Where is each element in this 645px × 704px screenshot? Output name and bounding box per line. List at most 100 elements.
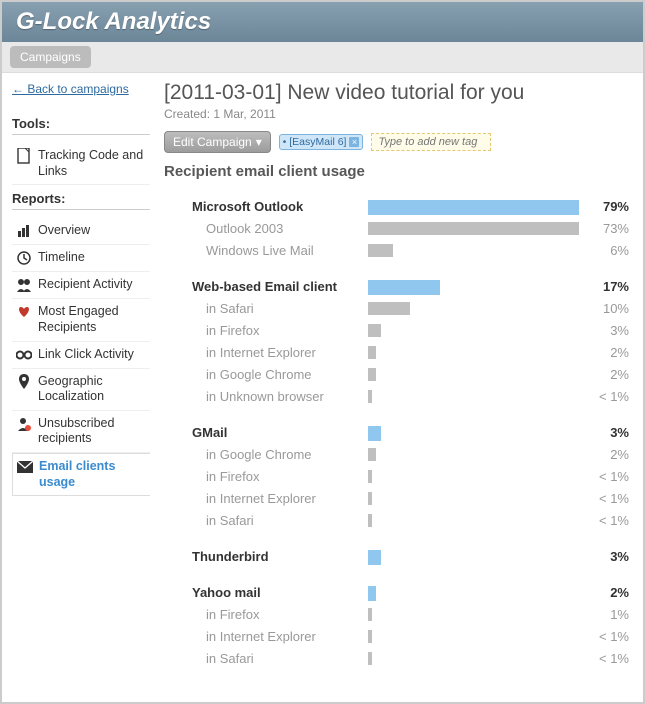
client-sub-name: in Internet Explorer [192,629,368,644]
client-row: Thunderbird3% [192,546,629,566]
tag-chip[interactable]: • [EasyMail 6] × [279,134,364,150]
client-group: GMail3%in Google Chrome2%in Firefox< 1%i… [192,422,629,530]
tag-label: [EasyMail 6] [289,136,346,148]
bar-chart-icon [16,223,32,239]
sidebar-item-label: Geographic Localization [38,374,146,405]
sidebar-item-link-click[interactable]: Link Click Activity [12,342,150,369]
add-tag-input[interactable] [371,133,491,151]
sidebar: ← Back to campaigns Tools: Tracking Code… [12,81,158,684]
client-sub-name: in Safari [192,651,368,666]
usage-bar [368,280,440,295]
sidebar-item-label: Unsubscribed recipients [38,416,146,447]
usage-percent: < 1% [579,651,629,666]
usage-percent: 17% [579,279,629,294]
client-subrow: in Firefox< 1% [192,466,629,486]
client-sub-name: in Firefox [192,323,368,338]
tag-remove-icon[interactable]: × [349,137,359,147]
client-subrow: in Safari < 1% [192,510,629,530]
app-header: G-Lock Analytics [2,2,643,42]
usage-bar [368,368,376,381]
client-row: Web-based Email client 17% [192,276,629,296]
sidebar-item-label: Overview [38,223,90,239]
sidebar-item-overview[interactable]: Overview [12,218,150,245]
sidebar-item-label: Timeline [38,250,85,266]
client-subrow: in Internet Explorer2% [192,342,629,362]
usage-bar [368,390,372,403]
pin-icon [16,374,32,390]
section-title: Recipient email client usage [164,163,633,180]
sidebar-item-recipient-activity[interactable]: Recipient Activity [12,272,150,299]
client-sub-name: in Unknown browser [192,389,368,404]
client-sub-name: in Internet Explorer [192,491,368,506]
tab-campaigns[interactable]: Campaigns [10,46,91,68]
client-name: Web-based Email client [192,279,368,294]
sidebar-item-label: Tracking Code and Links [38,148,146,179]
client-subrow: in Google Chrome2% [192,364,629,384]
client-group: Thunderbird3% [192,546,629,566]
usage-bar [368,346,376,359]
usage-percent: 6% [579,243,629,258]
edit-campaign-label: Edit Campaign [173,135,252,149]
client-subrow: in Firefox3% [192,320,629,340]
campaign-created: Created: 1 Mar, 2011 [164,107,633,121]
sidebar-item-timeline[interactable]: Timeline [12,245,150,272]
client-sub-name: in Internet Explorer [192,345,368,360]
client-row: Microsoft Outlook79% [192,196,629,216]
client-subrow: Outlook 2003 73% [192,218,629,238]
heart-icon [16,304,32,320]
usage-bar [368,608,372,621]
toolbar: Edit Campaign ▾ • [EasyMail 6] × [164,131,633,153]
person-remove-icon [16,416,32,432]
client-sub-name: in Safari [192,301,368,316]
client-sub-name: Outlook 2003 [192,221,368,236]
client-name: Thunderbird [192,549,368,564]
main-panel: [2011-03-01] New video tutorial for you … [158,81,633,684]
sidebar-item-geographic[interactable]: Geographic Localization [12,369,150,411]
usage-percent: < 1% [579,513,629,528]
client-sub-name: Windows Live Mail [192,243,368,258]
envelope-icon [17,459,33,475]
tools-header: Tools: [12,116,150,135]
client-name: Yahoo mail [192,585,368,600]
usage-percent: 79% [579,199,629,214]
sidebar-item-tracking-code[interactable]: Tracking Code and Links [12,143,150,185]
usage-percent: 1% [579,607,629,622]
client-subrow: in Unknown browser < 1% [192,386,629,406]
sidebar-item-unsubscribed[interactable]: Unsubscribed recipients [12,411,150,453]
usage-bar [368,324,381,337]
usage-bar [368,514,372,527]
client-row: Yahoo mail 2% [192,582,629,602]
client-name: GMail [192,425,368,440]
tools-menu: Tracking Code and Links [12,143,150,185]
client-sub-name: in Google Chrome [192,447,368,462]
client-group: Yahoo mail 2% in Firefox 1% in Internet Expl… [192,582,629,668]
client-subrow: in Internet Explorer< 1% [192,626,629,646]
client-row: GMail 3% [192,422,629,442]
usage-percent: 2% [579,585,629,600]
sidebar-item-most-engaged[interactable]: Most Engaged Recipients [12,299,150,341]
usage-percent: 3% [579,425,629,440]
client-sub-name: in Firefox [192,607,368,622]
sidebar-item-email-clients[interactable]: Email clients usage [12,453,150,496]
client-subrow: in Internet Explorer< 1% [192,488,629,508]
usage-bar [368,302,410,315]
usage-percent: 73% [579,221,629,236]
bullet-icon: • [283,137,287,148]
edit-campaign-button[interactable]: Edit Campaign ▾ [164,131,271,153]
client-subrow: in Safari < 1% [192,648,629,668]
people-icon [16,277,32,293]
client-subrow: in Safari 10% [192,298,629,318]
usage-percent: 2% [579,367,629,382]
client-sub-name: in Safari [192,513,368,528]
usage-bar [368,652,372,665]
clock-icon [16,250,32,266]
usage-bar [368,426,381,441]
usage-bar [368,492,372,505]
usage-bar [368,222,579,235]
usage-percent: < 1% [579,389,629,404]
back-to-campaigns-link[interactable]: ← Back to campaigns [12,82,129,96]
top-nav: Campaigns [2,42,643,73]
usage-bar [368,200,579,215]
usage-percent: 10% [579,301,629,316]
usage-percent: 2% [579,447,629,462]
